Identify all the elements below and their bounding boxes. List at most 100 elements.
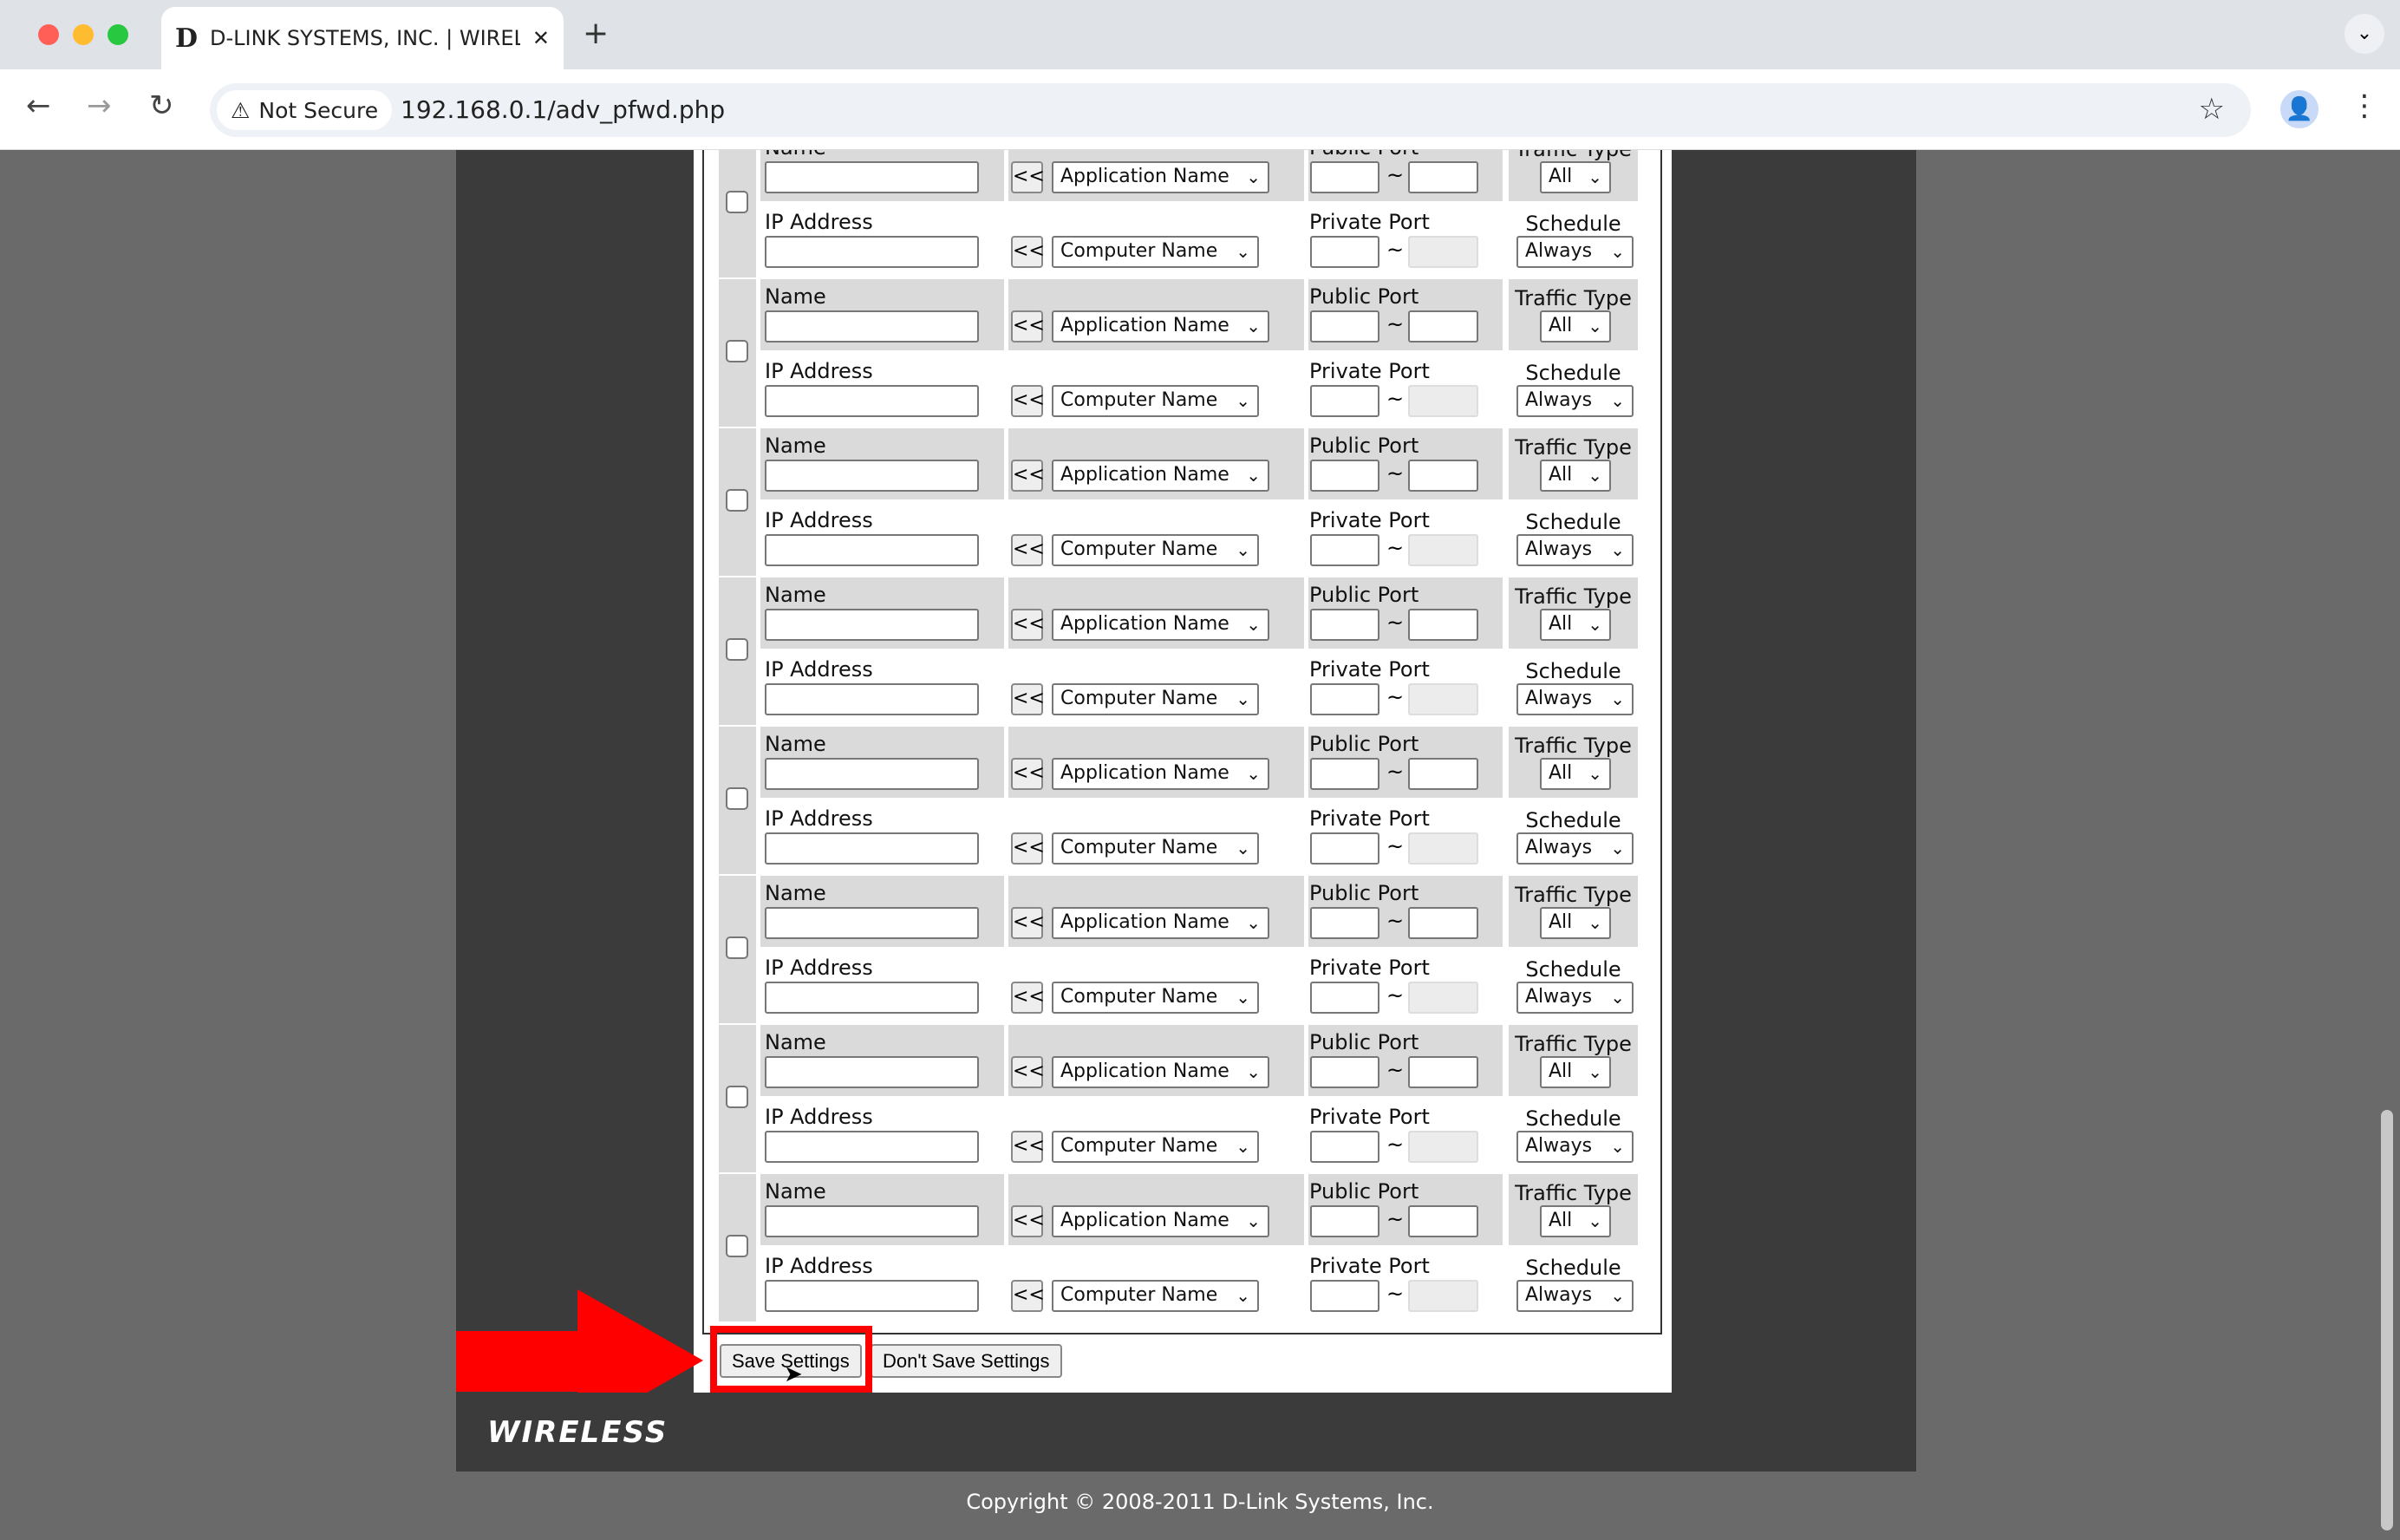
address-bar[interactable]: ⚠ Not Secure 192.168.0.1/adv_pfwd.php ☆ [210, 83, 2251, 137]
copy-computer-button[interactable]: << [1011, 534, 1045, 566]
public-port-start-input[interactable] [1310, 907, 1379, 939]
copy-application-button[interactable]: << [1011, 460, 1045, 492]
private-port-input[interactable] [1310, 832, 1379, 865]
application-name-select[interactable]: Application Name ⌄ [1052, 1205, 1269, 1237]
traffic-type-select[interactable]: All ⌄ [1540, 161, 1611, 193]
public-port-start-input[interactable] [1310, 310, 1379, 343]
public-port-end-input[interactable] [1408, 161, 1478, 193]
application-name-select[interactable]: Application Name ⌄ [1052, 161, 1269, 193]
traffic-type-select[interactable]: All ⌄ [1540, 1056, 1611, 1088]
private-port-input[interactable] [1310, 236, 1379, 268]
name-input[interactable] [765, 310, 979, 343]
private-port-input[interactable] [1310, 1280, 1379, 1312]
private-port-input[interactable] [1310, 982, 1379, 1014]
public-port-end-input[interactable] [1408, 907, 1478, 939]
private-port-input[interactable] [1310, 683, 1379, 715]
computer-name-select[interactable]: Computer Name ⌄ [1052, 236, 1259, 268]
name-input[interactable] [765, 609, 979, 641]
schedule-select[interactable]: Always ⌄ [1516, 236, 1634, 268]
ip-address-input[interactable] [765, 385, 979, 417]
copy-computer-button[interactable]: << [1011, 683, 1045, 715]
computer-name-select[interactable]: Computer Name ⌄ [1052, 534, 1259, 566]
ip-address-input[interactable] [765, 534, 979, 566]
traffic-type-select[interactable]: All ⌄ [1540, 310, 1611, 343]
copy-application-button[interactable]: << [1011, 1056, 1045, 1088]
schedule-select[interactable]: Always ⌄ [1516, 982, 1634, 1014]
bookmark-star-icon[interactable]: ☆ [2199, 92, 2225, 127]
traffic-type-select[interactable]: All ⌄ [1540, 609, 1611, 641]
url-text[interactable]: 192.168.0.1/adv_pfwd.php [401, 95, 725, 124]
traffic-type-select[interactable]: All ⌄ [1540, 907, 1611, 939]
ip-address-input[interactable] [765, 683, 979, 715]
entry-enable-checkbox[interactable] [726, 638, 748, 661]
public-port-end-input[interactable] [1408, 758, 1478, 790]
application-name-select[interactable]: Application Name ⌄ [1052, 609, 1269, 641]
application-name-select[interactable]: Application Name ⌄ [1052, 310, 1269, 343]
copy-computer-button[interactable]: << [1011, 236, 1045, 268]
computer-name-select[interactable]: Computer Name ⌄ [1052, 1131, 1259, 1163]
close-window-button[interactable] [38, 24, 59, 45]
schedule-select[interactable]: Always ⌄ [1516, 1280, 1634, 1312]
name-input[interactable] [765, 460, 979, 492]
public-port-end-input[interactable] [1408, 609, 1478, 641]
public-port-start-input[interactable] [1310, 460, 1379, 492]
name-input[interactable] [765, 1205, 979, 1237]
public-port-end-input[interactable] [1408, 460, 1478, 492]
computer-name-select[interactable]: Computer Name ⌄ [1052, 982, 1259, 1014]
entry-enable-checkbox[interactable] [726, 340, 748, 362]
private-port-input[interactable] [1310, 1131, 1379, 1163]
name-input[interactable] [765, 907, 979, 939]
traffic-type-select[interactable]: All ⌄ [1540, 460, 1611, 492]
entry-enable-checkbox[interactable] [726, 1086, 748, 1108]
ip-address-input[interactable] [765, 982, 979, 1014]
close-tab-icon[interactable]: ✕ [532, 26, 550, 50]
tab-search-chevron-icon[interactable]: ⌄ [2345, 14, 2384, 54]
ip-address-input[interactable] [765, 832, 979, 865]
schedule-select[interactable]: Always ⌄ [1516, 683, 1634, 715]
profile-avatar-icon[interactable]: 👤 [2280, 90, 2318, 128]
entry-enable-checkbox[interactable] [726, 191, 748, 213]
private-port-input[interactable] [1310, 385, 1379, 417]
schedule-select[interactable]: Always ⌄ [1516, 534, 1634, 566]
schedule-select[interactable]: Always ⌄ [1516, 832, 1634, 865]
ip-address-input[interactable] [765, 236, 979, 268]
copy-computer-button[interactable]: << [1011, 1131, 1045, 1163]
private-port-input[interactable] [1310, 534, 1379, 566]
copy-application-button[interactable]: << [1011, 1205, 1045, 1237]
new-tab-button[interactable]: + [583, 16, 609, 51]
name-input[interactable] [765, 161, 979, 193]
copy-computer-button[interactable]: << [1011, 1280, 1045, 1312]
copy-computer-button[interactable]: << [1011, 982, 1045, 1014]
public-port-end-input[interactable] [1408, 1056, 1478, 1088]
schedule-select[interactable]: Always ⌄ [1516, 1131, 1634, 1163]
dont-save-settings-button[interactable]: Don't Save Settings [871, 1344, 1062, 1378]
computer-name-select[interactable]: Computer Name ⌄ [1052, 1280, 1259, 1312]
application-name-select[interactable]: Application Name ⌄ [1052, 907, 1269, 939]
reload-icon[interactable]: ↻ [149, 88, 174, 123]
copy-computer-button[interactable]: << [1011, 385, 1045, 417]
copy-application-button[interactable]: << [1011, 907, 1045, 939]
copy-application-button[interactable]: << [1011, 609, 1045, 641]
application-name-select[interactable]: Application Name ⌄ [1052, 1056, 1269, 1088]
minimize-window-button[interactable] [73, 24, 94, 45]
name-input[interactable] [765, 758, 979, 790]
entry-enable-checkbox[interactable] [726, 489, 748, 512]
public-port-end-input[interactable] [1408, 310, 1478, 343]
public-port-start-input[interactable] [1310, 1056, 1379, 1088]
browser-menu-icon[interactable]: ⋮ [2350, 88, 2379, 123]
ip-address-input[interactable] [765, 1131, 979, 1163]
entry-enable-checkbox[interactable] [726, 787, 748, 810]
forward-icon[interactable]: → [87, 88, 112, 123]
application-name-select[interactable]: Application Name ⌄ [1052, 460, 1269, 492]
copy-application-button[interactable]: << [1011, 758, 1045, 790]
maximize-window-button[interactable] [108, 24, 128, 45]
entry-enable-checkbox[interactable] [726, 936, 748, 959]
computer-name-select[interactable]: Computer Name ⌄ [1052, 683, 1259, 715]
public-port-start-input[interactable] [1310, 758, 1379, 790]
computer-name-select[interactable]: Computer Name ⌄ [1052, 385, 1259, 417]
traffic-type-select[interactable]: All ⌄ [1540, 758, 1611, 790]
public-port-start-input[interactable] [1310, 161, 1379, 193]
back-icon[interactable]: ← [26, 88, 51, 123]
public-port-start-input[interactable] [1310, 1205, 1379, 1237]
copy-application-button[interactable]: << [1011, 161, 1045, 193]
